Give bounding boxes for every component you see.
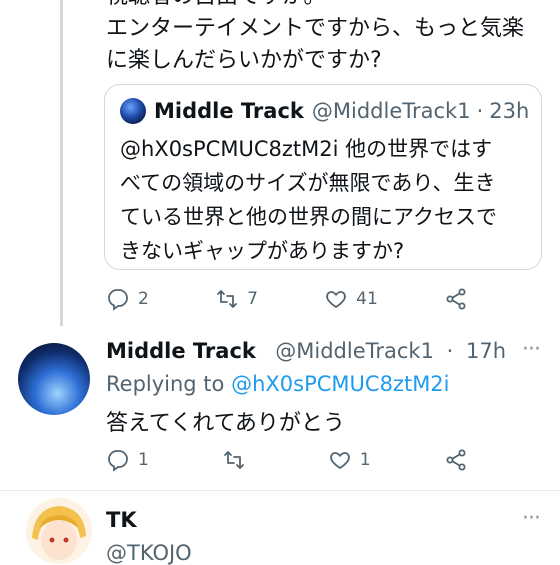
reply-icon	[108, 450, 128, 472]
share-button[interactable]	[444, 287, 476, 311]
reply-time[interactable]: 17h	[466, 339, 506, 363]
like-button[interactable]: 41	[324, 287, 378, 311]
quote-line-2: べての領域のサイズが無限であり、生き	[120, 171, 496, 195]
tk-more-icon[interactable]: ···	[522, 506, 541, 531]
quote-avatar[interactable]	[120, 98, 146, 124]
reply-like-button[interactable]: 1	[328, 448, 371, 472]
replying-to-handle[interactable]: @hX0sPCMUC8ztM2i	[231, 372, 449, 396]
reply-reply-button[interactable]: 1	[106, 448, 149, 472]
reply-author-handle[interactable]: @MiddleTrack1	[275, 339, 434, 363]
retweet-icon	[217, 290, 237, 308]
replying-to-label: Replying to	[106, 372, 225, 396]
replying-to: Replying to @hX0sPCMUC8ztM2i	[106, 372, 450, 396]
like-icon	[329, 452, 350, 469]
quote-line-3: ている世界と他の世界の間にアクセスで	[120, 205, 497, 229]
like-count: 41	[356, 289, 378, 309]
reply-author-avatar[interactable]	[18, 343, 90, 415]
reply-more-icon[interactable]: ···	[522, 337, 541, 362]
quote-author-handle[interactable]: @MiddleTrack1	[312, 99, 471, 123]
tk-author-name[interactable]: TK	[106, 508, 137, 532]
retweet-icon	[224, 451, 245, 469]
reply-header: Middle Track @MiddleTrack1 · 17h	[106, 339, 506, 363]
retweet-button[interactable]: 7	[215, 287, 258, 311]
reply-count: 2	[138, 289, 149, 309]
quote-body: @hX0sPCMUC8ztM2i 他の世界ではす べての領域のサイズが無限であり…	[120, 132, 497, 268]
quote-separator: ·	[476, 99, 484, 123]
quote-time[interactable]: 23h	[489, 99, 529, 123]
tweet-text-line-2: に楽しんだらいかがですか?	[106, 48, 382, 73]
reply-button[interactable]: 2	[106, 287, 149, 311]
tweet-divider	[0, 490, 560, 491]
reply-reply-count: 1	[138, 450, 149, 470]
tk-avatar[interactable]	[26, 498, 92, 564]
reply-like-count: 1	[359, 450, 371, 470]
retweet-count: 7	[247, 289, 258, 309]
like-icon	[326, 291, 346, 308]
reply-retweet-button[interactable]	[222, 448, 254, 472]
share-icon	[446, 449, 466, 471]
quote-tweet-header: Middle Track @MiddleTrack1 · 23h	[120, 98, 529, 124]
reply-share-button[interactable]	[444, 448, 476, 472]
tk-author-handle[interactable]: @TKOJO	[106, 541, 192, 565]
quote-line-1: @hX0sPCMUC8ztM2i 他の世界ではす	[120, 137, 493, 161]
quote-author-name[interactable]: Middle Track	[154, 99, 304, 123]
thread-line	[60, 0, 63, 326]
tweet-text-line-0: 視聴者の自由ですか。	[106, 0, 326, 12]
reply-author-name[interactable]: Middle Track	[106, 339, 256, 363]
reply-actions: 1 1	[106, 448, 476, 472]
tk-avatar-image	[26, 498, 92, 564]
tweet-actions: 2 7 41	[106, 287, 476, 311]
reply-separator: ·	[446, 339, 454, 363]
reply-icon	[108, 289, 128, 311]
tweet-text-line-1: エンターテイメントですから、もっと気楽	[106, 16, 525, 41]
reply-body: 答えてくれてありがとう	[106, 411, 345, 436]
quote-line-4: きないギャップがありますか?	[120, 239, 405, 263]
share-icon	[446, 288, 466, 310]
